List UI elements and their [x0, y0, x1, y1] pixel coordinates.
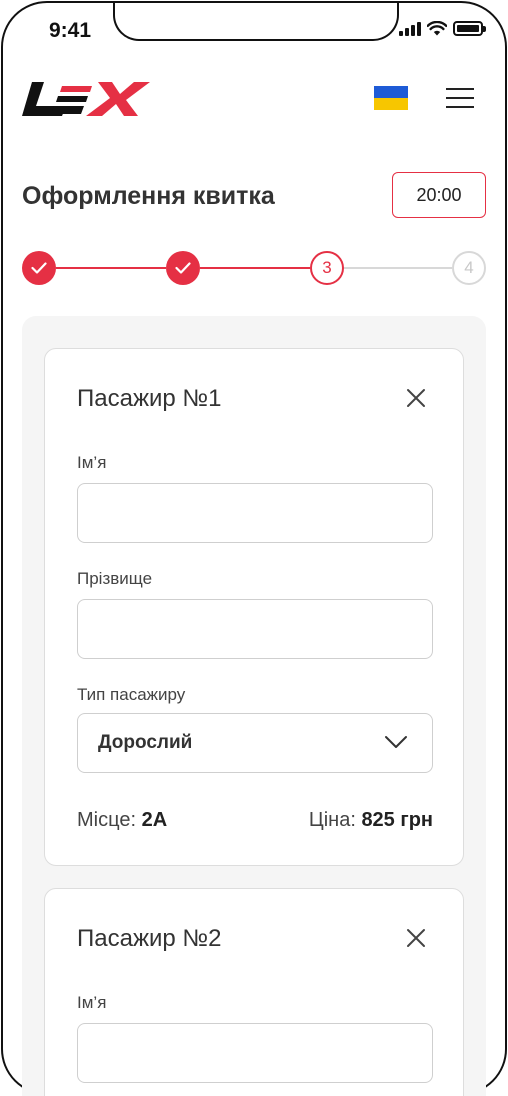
step-1: [22, 251, 56, 285]
passenger-card-2: Пасажир №2 Ім’я: [44, 888, 464, 1096]
wifi-icon: [427, 21, 447, 36]
cellular-signal-icon: [399, 21, 421, 36]
last-name-label: Прізвище: [77, 569, 153, 588]
passenger-card-1: Пасажир №1 Ім’я Прізвище Тип пасажиру До…: [44, 348, 464, 866]
chevron-down-icon: [385, 736, 407, 748]
lex-logo[interactable]: [22, 82, 152, 116]
passenger-type-value: Дорослий: [98, 732, 193, 753]
passenger-type-label: Тип пасажиру: [77, 685, 186, 704]
battery-icon: [453, 21, 486, 36]
step-connector: [56, 267, 166, 269]
step-4: 4: [452, 251, 486, 285]
status-time: 9:41: [49, 19, 92, 42]
price-label: Ціна:: [308, 809, 362, 831]
passengers-panel: Пасажир №1 Ім’я Прізвище Тип пасажиру До…: [22, 316, 486, 1096]
price-value: 825 грн: [361, 809, 433, 831]
page-title: Оформлення квитка: [22, 182, 275, 210]
passenger-title: Пасажир №2: [77, 925, 222, 952]
countdown-timer: 20:00: [392, 172, 486, 218]
last-name-input[interactable]: [77, 599, 433, 659]
passenger-type-select[interactable]: Дорослий: [77, 713, 433, 773]
device-notch: [113, 3, 399, 41]
step-3: 3: [310, 251, 344, 285]
ukraine-flag-icon[interactable]: [374, 86, 408, 110]
seat-info: Місце: 2А: [77, 809, 167, 832]
price-info: Ціна: 825 грн: [309, 809, 433, 832]
seat-label: Місце:: [77, 809, 142, 831]
step-2: [166, 251, 200, 285]
close-icon[interactable]: [405, 927, 427, 949]
check-icon: [31, 262, 47, 274]
step-connector: [344, 267, 452, 269]
step-connector: [200, 267, 310, 269]
first-name-label: Ім’я: [77, 453, 107, 472]
first-name-input[interactable]: [77, 1023, 433, 1083]
seat-value: 2А: [141, 809, 168, 831]
checkout-stepper: 3 4: [22, 251, 486, 285]
first-name-label: Ім’я: [77, 993, 107, 1012]
close-icon[interactable]: [405, 387, 427, 409]
first-name-input[interactable]: [77, 483, 433, 543]
passenger-title: Пасажир №1: [77, 385, 222, 412]
app-header: [22, 78, 478, 122]
check-icon: [175, 262, 191, 274]
status-icons: [399, 21, 486, 36]
hamburger-menu-icon[interactable]: [446, 88, 474, 110]
